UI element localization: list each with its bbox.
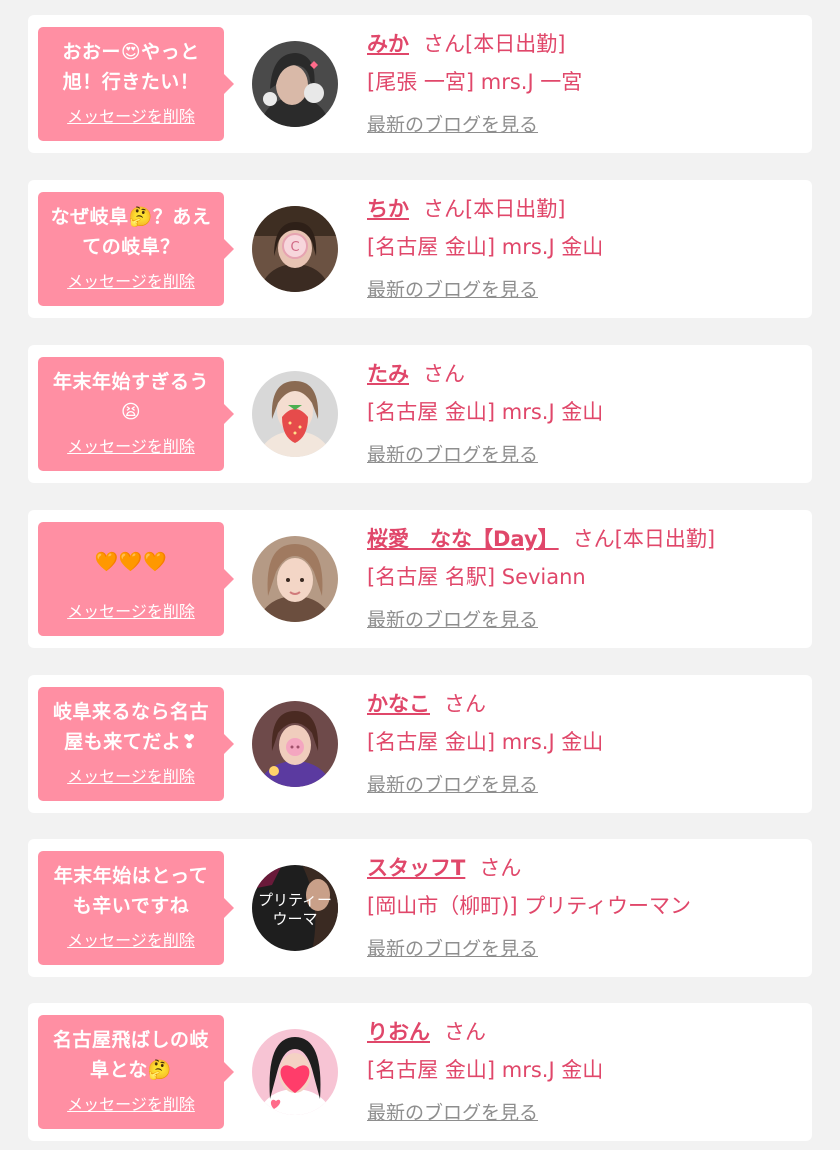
member-status: さん bbox=[444, 692, 486, 716]
message-bubble: なぜ岐阜🤔？あえ ての岐阜？ メッセージを削除 bbox=[38, 192, 234, 306]
message-text: おおー😍やっと 旭！行きたい！ bbox=[62, 41, 200, 93]
member-info: スタッフT さん [岡山市（柳町)] プリティウーマン 最新のブログを見る bbox=[367, 853, 802, 963]
delete-message-link[interactable]: メッセージを削除 bbox=[38, 927, 224, 951]
member-name-link[interactable]: ちか bbox=[367, 197, 409, 221]
name-row: 桜愛 なな【Day】 さん[本日出勤] bbox=[367, 524, 802, 554]
list-item: 名古屋飛ばしの岐 阜とな🤔 メッセージを削除 りおん さん [名古屋 金山] mr… bbox=[28, 1003, 812, 1141]
member-name-link[interactable]: 桜愛 なな【Day】 bbox=[367, 527, 559, 551]
delete-message-link[interactable]: メッセージを削除 bbox=[38, 268, 224, 292]
delete-message-link[interactable]: メッセージを削除 bbox=[38, 433, 224, 457]
message-bubble: 名古屋飛ばしの岐 阜とな🤔 メッセージを削除 bbox=[38, 1015, 234, 1129]
latest-blog-link[interactable]: 最新のブログを見る bbox=[367, 276, 538, 304]
member-status: さん bbox=[444, 1020, 486, 1044]
latest-blog-link[interactable]: 最新のブログを見る bbox=[367, 111, 538, 139]
shop-label: [名古屋 金山] mrs.J 金山 bbox=[367, 235, 604, 259]
member-name-link[interactable]: スタッフT bbox=[367, 856, 465, 880]
name-row: たみ さん bbox=[367, 359, 802, 389]
shop-label: [名古屋 金山] mrs.J 金山 bbox=[367, 730, 604, 754]
name-row: かなこ さん bbox=[367, 689, 802, 719]
list-item: 岐阜来るなら名古 屋も来てだよ❣ メッセージを削除 かなこ さん [名古屋 金山]… bbox=[28, 675, 812, 813]
list-item: 🧡🧡🧡 メッセージを削除 桜愛 なな【Day】 さん[本日出勤] [名古屋 名駅]… bbox=[28, 510, 812, 648]
member-name-link[interactable]: みか bbox=[367, 32, 409, 56]
latest-blog-link[interactable]: 最新のブログを見る bbox=[367, 771, 538, 799]
name-row: りおん さん bbox=[367, 1017, 802, 1047]
message-bubble: 年末年始はとって も辛いですね メッセージを削除 bbox=[38, 851, 234, 965]
list-item: 年末年始すぎるう 😫 メッセージを削除 たみ さん [名古屋 金山] mrs.J … bbox=[28, 345, 812, 483]
member-status: さん bbox=[423, 362, 465, 386]
message-text: なぜ岐阜🤔？あえ ての岐阜？ bbox=[50, 206, 212, 258]
message-text: 🧡🧡🧡 bbox=[94, 551, 168, 573]
message-bubble: 年末年始すぎるう 😫 メッセージを削除 bbox=[38, 357, 234, 471]
member-info: みか さん[本日出勤] [尾張 一宮] mrs.J 一宮 最新のブログを見る bbox=[367, 29, 802, 139]
member-info: ちか さん[本日出勤] [名古屋 金山] mrs.J 金山 最新のブログを見る bbox=[367, 194, 802, 304]
avatar-image bbox=[252, 536, 338, 622]
member-name-link[interactable]: かなこ bbox=[367, 692, 430, 716]
latest-blog-link[interactable]: 最新のブログを見る bbox=[367, 1099, 538, 1127]
member-status: さん[本日出勤] bbox=[423, 32, 566, 56]
delete-message-link[interactable]: メッセージを削除 bbox=[38, 763, 224, 787]
avatar-image: C bbox=[252, 206, 338, 292]
avatar[interactable] bbox=[252, 1029, 338, 1115]
avatar-logo-text: プリティー ウーマ bbox=[257, 891, 333, 928]
message-bubble: 岐阜来るなら名古 屋も来てだよ❣ メッセージを削除 bbox=[38, 687, 234, 801]
delete-message-link[interactable]: メッセージを削除 bbox=[38, 1091, 224, 1115]
latest-blog-link[interactable]: 最新のブログを見る bbox=[367, 935, 538, 963]
avatar[interactable]: C bbox=[252, 206, 338, 292]
delete-message-link[interactable]: メッセージを削除 bbox=[38, 103, 224, 127]
list-item: 年末年始はとって も辛いですね メッセージを削除 プリティー ウーマ スタッフT… bbox=[28, 839, 812, 977]
list-item: おおー😍やっと 旭！行きたい！ メッセージを削除 みか さん[本日出勤] [尾張 … bbox=[28, 15, 812, 153]
avatar[interactable] bbox=[252, 371, 338, 457]
avatar[interactable]: プリティー ウーマ bbox=[252, 865, 338, 951]
name-row: みか さん[本日出勤] bbox=[367, 29, 802, 59]
latest-blog-link[interactable]: 最新のブログを見る bbox=[367, 441, 538, 469]
shop-label: [尾張 一宮] mrs.J 一宮 bbox=[367, 70, 583, 94]
member-status: さん bbox=[479, 856, 522, 880]
shop-label: [名古屋 金山] mrs.J 金山 bbox=[367, 400, 604, 424]
member-info: たみ さん [名古屋 金山] mrs.J 金山 最新のブログを見る bbox=[367, 359, 802, 469]
latest-blog-link[interactable]: 最新のブログを見る bbox=[367, 606, 538, 634]
name-row: スタッフT さん bbox=[367, 853, 802, 883]
member-name-link[interactable]: りおん bbox=[367, 1020, 430, 1044]
avatar[interactable] bbox=[252, 701, 338, 787]
shop-label: [岡山市（柳町)] プリティウーマン bbox=[367, 894, 691, 918]
message-text: 年末年始すぎるう 😫 bbox=[52, 371, 209, 423]
member-name-link[interactable]: たみ bbox=[367, 362, 409, 386]
member-info: りおん さん [名古屋 金山] mrs.J 金山 最新のブログを見る bbox=[367, 1017, 802, 1127]
member-status: さん[本日出勤] bbox=[572, 527, 716, 551]
avatar-image bbox=[252, 701, 338, 787]
message-text: 名古屋飛ばしの岐 阜とな🤔 bbox=[52, 1029, 209, 1081]
shop-label: [名古屋 名駅] Seviann bbox=[367, 565, 586, 589]
avatar-image bbox=[252, 41, 338, 127]
member-status: さん[本日出勤] bbox=[423, 197, 566, 221]
svg-text:C: C bbox=[290, 240, 299, 255]
message-bubble: 🧡🧡🧡 メッセージを削除 bbox=[38, 522, 234, 636]
delete-message-link[interactable]: メッセージを削除 bbox=[38, 598, 224, 622]
list-item: なぜ岐阜🤔？あえ ての岐阜？ メッセージを削除 C ちか さん[本日出勤] [名古… bbox=[28, 180, 812, 318]
member-info: かなこ さん [名古屋 金山] mrs.J 金山 最新のブログを見る bbox=[367, 689, 802, 799]
name-row: ちか さん[本日出勤] bbox=[367, 194, 802, 224]
message-text: 岐阜来るなら名古 屋も来てだよ❣ bbox=[52, 701, 209, 753]
message-text: 年末年始はとって も辛いですね bbox=[53, 865, 209, 917]
member-info: 桜愛 なな【Day】 さん[本日出勤] [名古屋 名駅] Seviann 最新のブ… bbox=[367, 524, 802, 634]
avatar[interactable] bbox=[252, 41, 338, 127]
shop-label: [名古屋 金山] mrs.J 金山 bbox=[367, 1058, 604, 1082]
avatar-image bbox=[252, 371, 338, 457]
message-bubble: おおー😍やっと 旭！行きたい！ メッセージを削除 bbox=[38, 27, 234, 141]
avatar[interactable] bbox=[252, 536, 338, 622]
avatar-image bbox=[252, 1029, 338, 1115]
